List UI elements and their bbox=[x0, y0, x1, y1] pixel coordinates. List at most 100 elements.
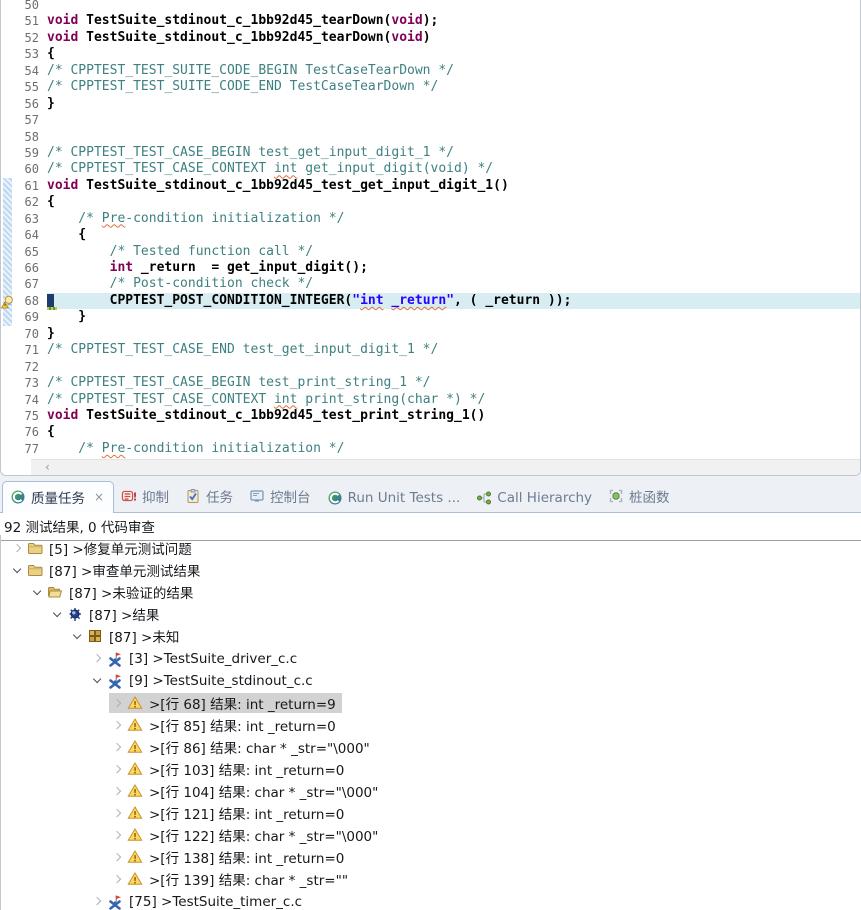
line-number[interactable]: 59 bbox=[13, 145, 47, 161]
tab-抑制[interactable]: !抑制 bbox=[114, 481, 178, 512]
tab-质量任务[interactable]: 质量任务× bbox=[2, 481, 114, 513]
line-number[interactable]: 69 bbox=[13, 309, 47, 325]
line-number[interactable]: 68 bbox=[13, 293, 47, 309]
code-text[interactable]: /* CPPTEST_TEST_CASE_CONTEXT int print_s… bbox=[47, 392, 860, 408]
tab-桩函数[interactable]: 桩函数 bbox=[601, 481, 679, 512]
tree-row-content[interactable]: [87] >未验证的结果 bbox=[29, 582, 199, 602]
line-number[interactable]: 53 bbox=[13, 46, 47, 62]
code-line[interactable]: 56} bbox=[1, 96, 860, 112]
chevron-right-icon[interactable] bbox=[89, 655, 105, 661]
tree-row-content[interactable]: [87] >未知 bbox=[69, 626, 185, 646]
code-line[interactable]: 58 bbox=[1, 129, 860, 145]
chevron-down-icon[interactable] bbox=[89, 679, 105, 682]
code-text[interactable]: /* CPPTEST_TEST_CASE_CONTEXT int get_inp… bbox=[47, 161, 860, 177]
code-editor[interactable]: 5051void TestSuite_stdinout_c_1bb92d45_t… bbox=[0, 0, 861, 476]
tree-row[interactable]: [87] >未验证的结果 bbox=[1, 581, 861, 603]
code-lines[interactable]: 5051void TestSuite_stdinout_c_1bb92d45_t… bbox=[1, 0, 860, 457]
line-number[interactable]: 58 bbox=[13, 129, 47, 145]
horizontal-scrollbar[interactable]: ‹ bbox=[31, 459, 860, 475]
tree-row-content[interactable]: >[行 68] 结果: int _return=9 bbox=[109, 693, 342, 713]
code-text[interactable]: CPPTEST_POST_CONDITION_INTEGER("int _ret… bbox=[47, 293, 860, 309]
code-line[interactable]: 64 { bbox=[1, 227, 860, 243]
code-text[interactable]: void TestSuite_stdinout_c_1bb92d45_test_… bbox=[47, 408, 860, 424]
tree-row-content[interactable]: [9] >TestSuite_stdinout_c.c bbox=[89, 671, 319, 691]
code-line[interactable]: 76{ bbox=[1, 424, 860, 440]
tree-row[interactable]: >[行 86] 结果: char * _str="\000" bbox=[1, 736, 861, 758]
tree-row-content[interactable]: >[行 86] 结果: char * _str="\000" bbox=[109, 737, 376, 757]
chevron-down-icon[interactable] bbox=[69, 635, 85, 638]
tree-row-content[interactable]: [87] >审查单元测试结果 bbox=[9, 560, 206, 580]
line-number[interactable]: 56 bbox=[13, 96, 47, 112]
code-line[interactable]: 52void TestSuite_stdinout_c_1bb92d45_tea… bbox=[1, 30, 860, 46]
tree-row[interactable]: [87] >结果 bbox=[1, 603, 861, 625]
code-line[interactable]: 54/* CPPTEST_TEST_SUITE_CODE_BEGIN TestC… bbox=[1, 63, 860, 79]
tree-row[interactable]: >[行 103] 结果: int _return=0 bbox=[1, 758, 861, 780]
code-line[interactable]: 59/* CPPTEST_TEST_CASE_BEGIN test_get_in… bbox=[1, 145, 860, 161]
code-text[interactable]: } bbox=[47, 326, 860, 342]
code-text[interactable]: /* Pre-condition initialization */ bbox=[47, 441, 860, 457]
code-text[interactable] bbox=[47, 129, 860, 145]
tree-row-content[interactable]: >[行 122] 结果: char * _str="\000" bbox=[109, 825, 384, 845]
code-line[interactable]: 66 int _return = get_input_digit(); bbox=[1, 260, 860, 276]
chevron-down-icon[interactable] bbox=[9, 569, 25, 572]
tree-row[interactable]: [3] >TestSuite_driver_c.c bbox=[1, 647, 861, 669]
code-text[interactable]: { bbox=[47, 424, 860, 440]
close-icon[interactable]: × bbox=[94, 490, 104, 504]
tree-row[interactable]: >[行 121] 结果: int _return=0 bbox=[1, 802, 861, 824]
code-line[interactable]: 73/* CPPTEST_TEST_CASE_BEGIN test_print_… bbox=[1, 375, 860, 391]
chevron-right-icon[interactable] bbox=[109, 854, 125, 860]
tree-row-content[interactable]: >[行 139] 结果: char * _str="" bbox=[109, 869, 354, 889]
tree-row[interactable]: [87] >审查单元测试结果 bbox=[1, 559, 861, 581]
line-number[interactable]: 65 bbox=[13, 244, 47, 260]
scroll-left-icon[interactable]: ‹ bbox=[45, 460, 50, 474]
code-text[interactable]: { bbox=[47, 46, 860, 62]
tree-row[interactable]: >[行 85] 结果: int _return=0 bbox=[1, 714, 861, 736]
code-line[interactable]: 77 /* Pre-condition initialization */ bbox=[1, 441, 860, 457]
chevron-right-icon[interactable] bbox=[109, 832, 125, 838]
tree-row-content[interactable]: [5] >修复单元测试问题 bbox=[9, 538, 198, 558]
code-line[interactable]: 65 /* Tested function call */ bbox=[1, 244, 860, 260]
tree-row-content[interactable]: >[行 103] 结果: int _return=0 bbox=[109, 759, 350, 779]
tree-row-content[interactable]: >[行 104] 结果: char * _str="\000" bbox=[109, 781, 384, 801]
code-text[interactable]: void TestSuite_stdinout_c_1bb92d45_tearD… bbox=[47, 30, 860, 46]
line-number[interactable]: 60 bbox=[13, 161, 47, 177]
code-line[interactable]: 70} bbox=[1, 326, 860, 342]
chevron-right-icon[interactable] bbox=[109, 700, 125, 706]
code-text[interactable]: /* Post-condition check */ bbox=[47, 276, 860, 292]
line-number[interactable]: 67 bbox=[13, 276, 47, 292]
chevron-right-icon[interactable] bbox=[109, 788, 125, 794]
code-text[interactable]: /* CPPTEST_TEST_SUITE_CODE_BEGIN TestCas… bbox=[47, 63, 860, 79]
chevron-right-icon[interactable] bbox=[9, 545, 25, 551]
line-number[interactable]: 50 bbox=[13, 0, 47, 13]
chevron-right-icon[interactable] bbox=[109, 744, 125, 750]
tab-Call Hierarchy[interactable]: Call Hierarchy bbox=[469, 485, 601, 512]
code-line[interactable]: 61void TestSuite_stdinout_c_1bb92d45_tes… bbox=[1, 178, 860, 194]
chevron-right-icon[interactable] bbox=[109, 722, 125, 728]
code-text[interactable]: void TestSuite_stdinout_c_1bb92d45_test_… bbox=[47, 178, 860, 194]
tree-row-content[interactable]: >[行 121] 结果: int _return=0 bbox=[109, 803, 350, 823]
line-number[interactable]: 77 bbox=[13, 441, 47, 457]
line-number[interactable]: 57 bbox=[13, 112, 47, 128]
line-number[interactable]: 61 bbox=[13, 178, 47, 194]
code-text[interactable] bbox=[47, 112, 860, 128]
code-text[interactable]: /* Tested function call */ bbox=[47, 244, 860, 260]
tree-row[interactable]: >[行 139] 结果: char * _str="" bbox=[1, 868, 861, 890]
chevron-right-icon[interactable] bbox=[109, 810, 125, 816]
line-number[interactable]: 72 bbox=[13, 359, 47, 375]
line-number[interactable]: 74 bbox=[13, 392, 47, 408]
tree-row-content[interactable]: [87] >结果 bbox=[49, 604, 165, 624]
code-line[interactable]: 60/* CPPTEST_TEST_CASE_CONTEXT int get_i… bbox=[1, 161, 860, 177]
line-number[interactable]: 76 bbox=[13, 424, 47, 440]
tree-row[interactable]: [87] >未知 bbox=[1, 625, 861, 647]
code-line[interactable]: 69 } bbox=[1, 309, 860, 325]
code-text[interactable]: /* CPPTEST_TEST_CASE_BEGIN test_get_inpu… bbox=[47, 145, 860, 161]
line-number[interactable]: 70 bbox=[13, 326, 47, 342]
code-text[interactable]: } bbox=[47, 309, 860, 325]
tree-row-content[interactable]: [3] >TestSuite_driver_c.c bbox=[89, 649, 303, 669]
tree-row[interactable]: [75] >TestSuite_timer_c.c bbox=[1, 891, 861, 910]
code-line[interactable]: 53{ bbox=[1, 46, 860, 62]
tree-row[interactable]: [5] >修复单元测试问题 bbox=[1, 537, 861, 559]
panel-tab-bar[interactable]: 质量任务×!抑制任务控制台Run Unit Tests ...Call Hier… bbox=[2, 482, 861, 512]
code-line[interactable]: 50 bbox=[1, 0, 860, 13]
code-text[interactable]: /* Pre-condition initialization */ bbox=[47, 211, 860, 227]
